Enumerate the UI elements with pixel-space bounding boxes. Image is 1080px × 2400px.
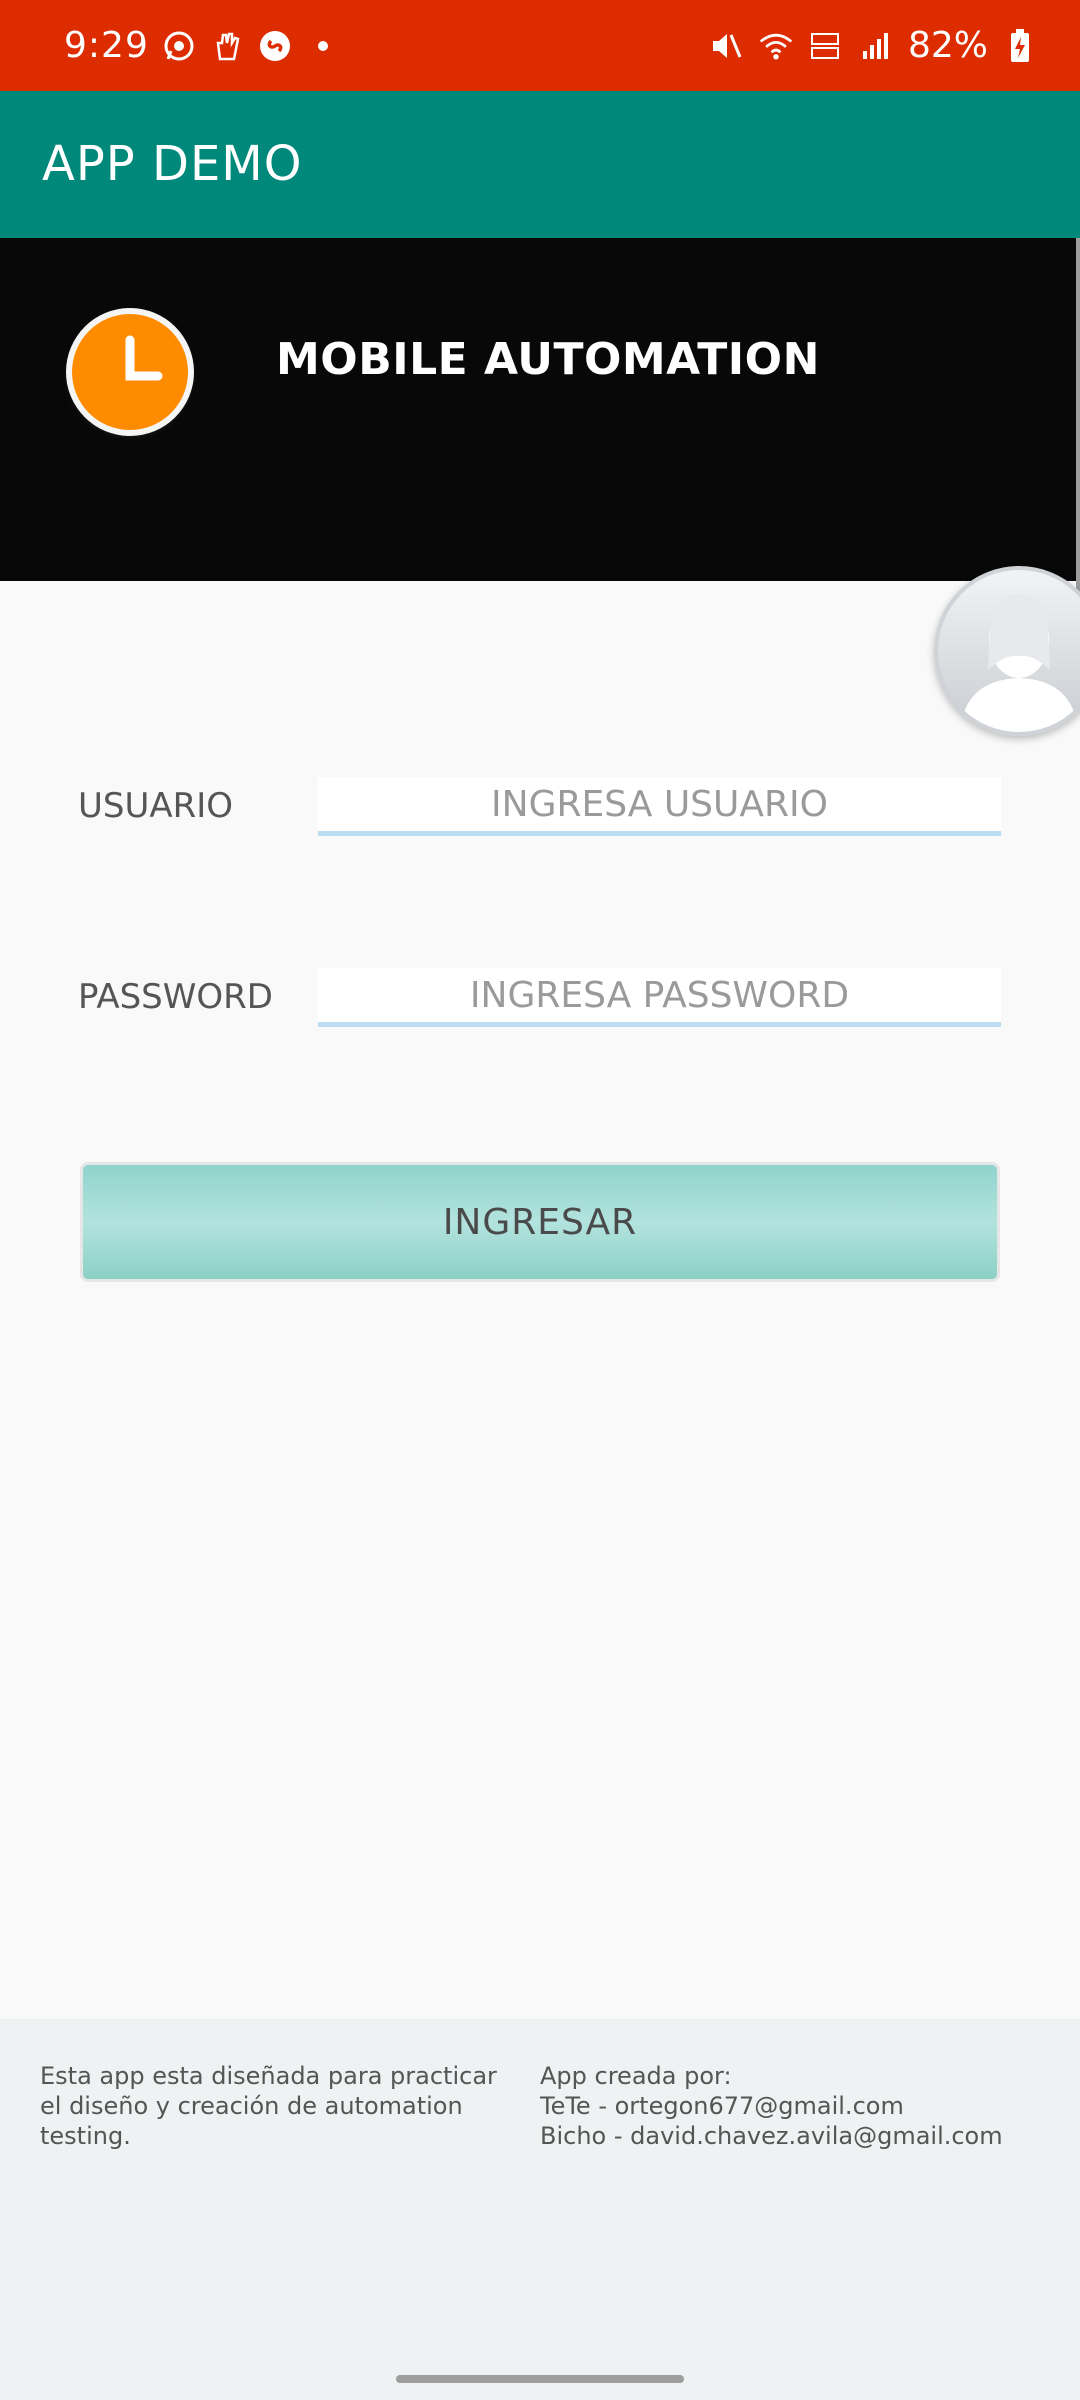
header-title: MOBILE AUTOMATION	[276, 334, 820, 385]
wifi-icon	[758, 28, 794, 64]
app-title: APP DEMO	[42, 136, 303, 192]
password-input[interactable]	[318, 968, 1001, 1027]
credits-title: App creada por:	[540, 2062, 732, 2090]
whatsapp-icon	[161, 28, 197, 64]
user-input[interactable]	[318, 777, 1001, 836]
battery-percent: 82%	[907, 25, 988, 66]
mute-icon	[708, 28, 744, 64]
header-banner: MOBILE AUTOMATION	[0, 238, 1080, 581]
status-right: 82%	[708, 0, 1038, 91]
clock-icon	[72, 314, 188, 430]
hand-icon	[209, 28, 245, 64]
avatar-icon[interactable]	[934, 566, 1080, 736]
battery-charging-icon	[1002, 28, 1038, 64]
status-left: 9:29	[64, 0, 341, 91]
footer-description: Esta app esta diseñada para practicar el…	[40, 2062, 497, 2150]
app-bar: APP DEMO	[0, 91, 1080, 238]
user-label: USUARIO	[78, 786, 234, 826]
password-label: PASSWORD	[78, 977, 273, 1017]
home-indicator[interactable]	[396, 2375, 684, 2383]
shazam-icon	[257, 28, 293, 64]
dot-icon	[305, 28, 341, 64]
login-button[interactable]: INGRESAR	[80, 1162, 1000, 1282]
signal-icon	[858, 28, 894, 64]
volte-icon	[808, 28, 844, 64]
credit-bicho: Bicho - david.chavez.avila@gmail.com	[540, 2122, 1003, 2150]
status-time: 9:29	[64, 25, 149, 66]
status-bar: 9:29 82%	[0, 0, 1080, 91]
footer-credits: App creada por: TeTe - ortegon677@gmail.…	[540, 2061, 1060, 2151]
footer: Esta app esta diseñada para practicar el…	[0, 2019, 1080, 2400]
credit-tete: TeTe - ortegon677@gmail.com	[540, 2092, 904, 2120]
